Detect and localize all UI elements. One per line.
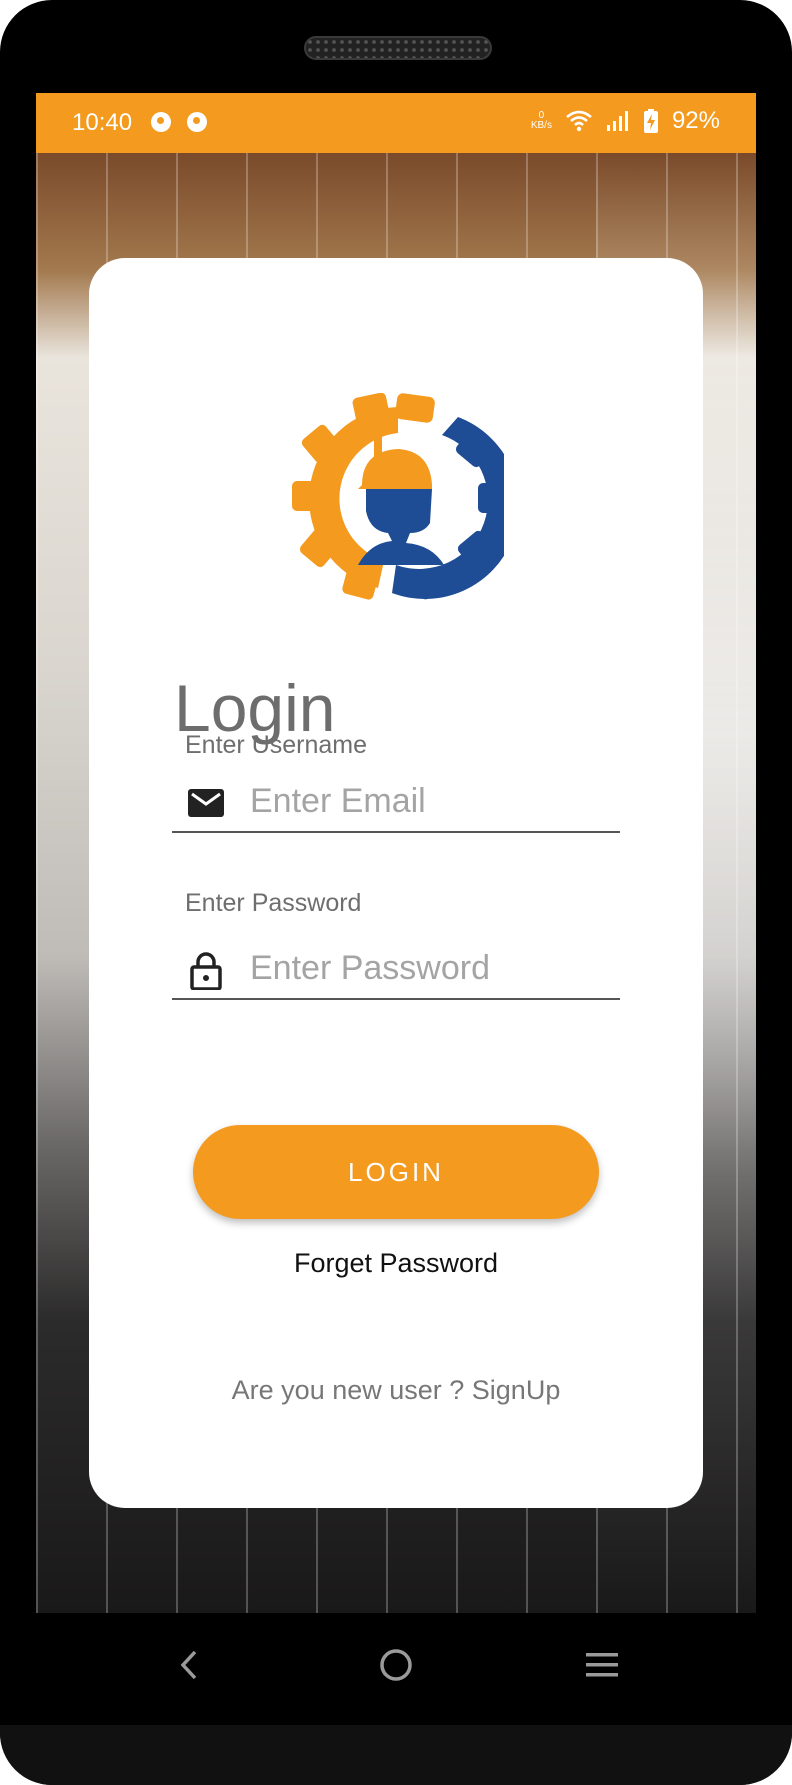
password-label: Enter Password xyxy=(185,889,362,917)
recents-icon xyxy=(586,1653,618,1677)
system-nav-bar xyxy=(0,1613,792,1723)
worker-gear-logo xyxy=(292,393,504,600)
mail-icon xyxy=(188,789,224,817)
net-speed: 0 KB/s xyxy=(531,111,552,131)
email-input[interactable] xyxy=(250,777,610,825)
screen: 10:40 0 KB/s 92% Login Enter Username En… xyxy=(36,93,756,1613)
email-field xyxy=(172,773,620,833)
home-button[interactable] xyxy=(366,1635,426,1695)
login-button[interactable]: LOGIN xyxy=(193,1125,599,1219)
back-icon xyxy=(180,1650,197,1680)
signal-icon xyxy=(606,111,628,131)
back-button[interactable] xyxy=(160,1635,220,1695)
signup-link[interactable]: Are you new user ? SignUp xyxy=(89,1375,703,1406)
login-card: Login Enter Username Enter Password LOGI… xyxy=(89,258,703,1508)
password-input[interactable] xyxy=(250,944,610,992)
app-notification-icon xyxy=(151,112,171,132)
username-label: Enter Username xyxy=(185,731,368,759)
status-bar: 10:40 0 KB/s 92% xyxy=(36,93,756,153)
recents-button[interactable] xyxy=(572,1635,632,1695)
battery-charging-icon xyxy=(643,109,658,133)
phone-bottom-bezel xyxy=(0,1725,792,1785)
password-field xyxy=(172,940,620,1000)
battery-percent: 92% xyxy=(671,107,720,134)
forget-password-link[interactable]: Forget Password xyxy=(89,1248,703,1279)
status-time: 10:40 xyxy=(72,109,133,136)
phone-frame: 10:40 0 KB/s 92% Login Enter Username En… xyxy=(0,0,792,1785)
earpiece-speaker xyxy=(304,36,492,60)
net-speed-unit: KB/s xyxy=(530,120,552,131)
home-icon xyxy=(380,1649,412,1681)
app-notification-icon xyxy=(187,112,207,132)
lock-icon xyxy=(190,952,222,990)
wifi-icon xyxy=(566,110,592,132)
status-indicators: 0 KB/s 92% xyxy=(531,107,720,135)
